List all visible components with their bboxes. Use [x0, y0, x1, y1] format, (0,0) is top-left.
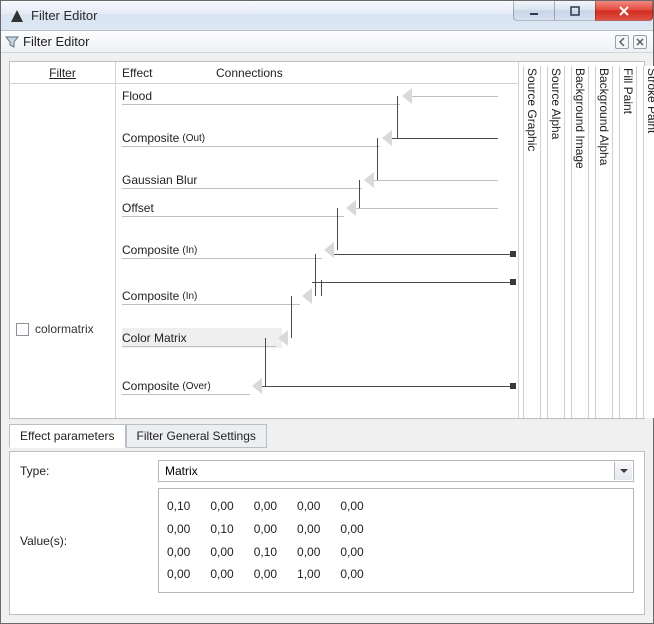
- panel-header: Filter Editor: [1, 31, 653, 53]
- panel-collapse-button[interactable]: [615, 35, 629, 49]
- effect-row-composite-over[interactable]: Composite (Over): [122, 376, 256, 396]
- matrix-row: 0,00 0,00 0,00 1,00 0,00: [167, 563, 625, 586]
- connection-endpoint: [510, 383, 516, 389]
- params-tabstrip: Effect parameters Filter General Setting…: [9, 423, 645, 447]
- tab-effect-parameters[interactable]: Effect parameters: [9, 424, 126, 448]
- connection-line: [291, 296, 292, 338]
- content-area: Filter colormatrix Effect Connections: [1, 53, 653, 623]
- node-triangle-icon[interactable]: [364, 172, 374, 188]
- background-image[interactable]: Background Image: [571, 66, 589, 418]
- window-buttons: [514, 1, 653, 30]
- panel-close-button[interactable]: [633, 35, 647, 49]
- effects-panel: Filter colormatrix Effect Connections: [9, 61, 645, 419]
- close-button[interactable]: [595, 1, 653, 21]
- source-graphic[interactable]: Source Graphic: [523, 66, 541, 418]
- node-triangle-icon[interactable]: [382, 130, 392, 146]
- node-triangle-icon[interactable]: [302, 288, 312, 304]
- connection-line: [122, 216, 344, 217]
- type-label: Type:: [20, 464, 150, 478]
- filter-list-column: Filter colormatrix: [10, 62, 116, 418]
- filter-item-label: colormatrix: [35, 322, 94, 336]
- close-icon: [617, 4, 631, 18]
- connection-line: [122, 258, 322, 259]
- connection-line: [377, 138, 378, 180]
- node-triangle-icon[interactable]: [346, 200, 356, 216]
- window-title: Filter Editor: [31, 8, 514, 23]
- source-alpha[interactable]: Source Alpha: [547, 66, 565, 418]
- fill-paint[interactable]: Fill Paint: [619, 66, 637, 418]
- connection-line: [122, 394, 250, 395]
- connection-line: [122, 188, 362, 189]
- panel-title: Filter Editor: [23, 34, 611, 49]
- filter-item-colormatrix[interactable]: colormatrix: [10, 320, 115, 338]
- chevron-down-icon: [620, 467, 628, 475]
- type-select-value: Matrix: [165, 464, 198, 478]
- stroke-paint[interactable]: Stroke Paint: [643, 66, 654, 418]
- dropdown-button[interactable]: [614, 462, 632, 480]
- minimize-icon: [528, 5, 540, 17]
- maximize-button[interactable]: [554, 1, 596, 21]
- connection-line: [374, 180, 498, 181]
- connection-line: [359, 180, 360, 208]
- node-triangle-icon[interactable]: [252, 378, 262, 394]
- window-frame: Filter Editor Filter Editor: [0, 0, 654, 624]
- effect-row-composite-in-2[interactable]: Composite (In): [122, 286, 306, 306]
- effect-connections-area: Effect Connections Flood: [116, 62, 644, 418]
- effect-row-composite-in-1[interactable]: Composite (In): [122, 240, 328, 260]
- connection-line: [315, 254, 316, 296]
- connection-line: [392, 138, 498, 139]
- effect-row-composite-out[interactable]: Composite (Out): [122, 128, 386, 148]
- connection-endpoint: [510, 251, 516, 257]
- connection-line: [334, 254, 510, 255]
- effect-row-flood[interactable]: Flood: [122, 86, 406, 106]
- app-icon: [9, 8, 25, 24]
- connection-line: [122, 146, 380, 147]
- connection-endpoint: [510, 279, 516, 285]
- effect-row-offset[interactable]: Offset: [122, 198, 350, 218]
- node-triangle-icon[interactable]: [278, 330, 288, 346]
- connection-line: [397, 96, 398, 138]
- connection-line: [265, 338, 266, 386]
- connection-line: [262, 386, 510, 387]
- maximize-icon: [569, 5, 581, 17]
- connection-line: [122, 346, 276, 347]
- connections-column-header[interactable]: Connections: [216, 66, 283, 80]
- type-select[interactable]: Matrix: [158, 460, 634, 482]
- minimize-button[interactable]: [513, 1, 555, 21]
- values-matrix[interactable]: 0,10 0,00 0,00 0,00 0,00 0,00 0,10 0,00 …: [158, 488, 634, 593]
- node-triangle-icon[interactable]: [324, 242, 334, 258]
- tab-filter-general-settings[interactable]: Filter General Settings: [126, 424, 267, 448]
- filter-item-checkbox[interactable]: [16, 323, 29, 336]
- effect-parameters-panel: Type: Matrix Value(s): 0,10 0,00 0,00 0,…: [9, 451, 645, 615]
- connection-line: [337, 208, 338, 250]
- funnel-icon: [5, 35, 19, 49]
- connection-line: [321, 280, 322, 296]
- titlebar[interactable]: Filter Editor: [1, 1, 653, 31]
- connection-line: [312, 282, 510, 283]
- filter-column-header[interactable]: Filter: [10, 62, 115, 84]
- sources-column: Source Graphic Source Alpha Background I…: [518, 62, 644, 418]
- matrix-row: 0,00 0,00 0,10 0,00 0,00: [167, 541, 625, 564]
- effect-column-header[interactable]: Effect: [122, 66, 216, 80]
- effects-canvas[interactable]: Flood Composite (Out): [116, 84, 518, 418]
- matrix-row: 0,00 0,10 0,00 0,00 0,00: [167, 518, 625, 541]
- chevron-left-icon: [618, 38, 626, 46]
- filter-list-body[interactable]: colormatrix: [10, 84, 115, 418]
- background-alpha[interactable]: Background Alpha: [595, 66, 613, 418]
- effect-row-color-matrix[interactable]: Color Matrix: [122, 328, 282, 348]
- node-triangle-icon[interactable]: [402, 88, 412, 104]
- connection-line: [122, 304, 300, 305]
- connection-line: [356, 208, 498, 209]
- x-icon: [636, 38, 644, 46]
- values-label: Value(s):: [20, 534, 150, 548]
- connection-line: [412, 96, 498, 97]
- matrix-row: 0,10 0,00 0,00 0,00 0,00: [167, 495, 625, 518]
- connection-line: [122, 104, 400, 105]
- effects-column: Effect Connections Flood: [116, 62, 518, 418]
- effect-row-gaussian-blur[interactable]: Gaussian Blur: [122, 170, 368, 190]
- effects-header-row: Effect Connections: [116, 62, 518, 84]
